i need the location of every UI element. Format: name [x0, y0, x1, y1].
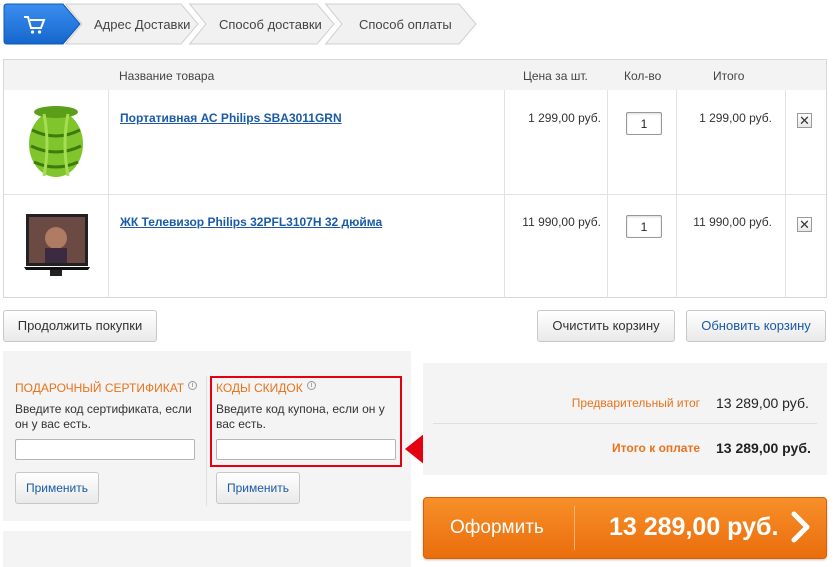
header-price: Цена за шт. [523, 69, 588, 83]
header-qty: Кол-во [624, 69, 662, 83]
checkout-total: 13 289,00 руб. [609, 513, 779, 541]
step-payment-method[interactable]: Способ оплаты [325, 3, 477, 45]
quantity-input[interactable] [626, 215, 662, 238]
header-total: Итого [713, 69, 745, 83]
certificate-code-input[interactable] [15, 439, 195, 460]
subtotal-label: Предварительный итог [571, 396, 700, 410]
product-image-tv[interactable] [20, 208, 92, 284]
certificate-title-text: ПОДАРОЧНЫЙ СЕРТИФИКАТ [15, 381, 185, 395]
step-payment-method-label: Способ оплаты [359, 17, 452, 32]
continue-shopping-button[interactable]: Продолжить покупки [3, 310, 157, 342]
step-address[interactable]: Адрес Доставки [65, 3, 199, 45]
discount-panel-footer [3, 531, 411, 567]
step-delivery-method-label: Способ доставки [219, 17, 322, 32]
row-total: 1 299,00 руб. [699, 111, 772, 125]
product-link[interactable]: ЖК Телевизор Philips 32PFL3107H 32 дюйма [120, 215, 382, 229]
coupon-highlight-box [210, 376, 402, 467]
product-image-speaker[interactable] [16, 100, 96, 182]
close-icon: ✕ [799, 113, 810, 128]
remove-item-button[interactable]: ✕ [797, 217, 812, 232]
order-summary: Предварительный итог 13 289,00 руб. Итог… [423, 363, 827, 475]
remove-item-button[interactable]: ✕ [797, 113, 812, 128]
row-price: 1 299,00 руб. [528, 111, 601, 125]
update-cart-button[interactable]: Обновить корзину [686, 310, 826, 342]
step-delivery-method[interactable]: Способ доставки [189, 3, 335, 45]
total-label: Итого к оплате [612, 441, 700, 455]
total-value: 13 289,00 руб. [716, 440, 811, 456]
chevron-right-icon [791, 511, 810, 543]
certificate-title: ПОДАРОЧНЫЙ СЕРТИФИКАТ i [15, 381, 198, 395]
clear-cart-button[interactable]: Очистить корзину [537, 310, 675, 342]
row-total: 11 990,00 руб. [693, 215, 772, 229]
close-icon: ✕ [799, 217, 810, 232]
certificate-description: Введите код сертификата, если он у вас е… [15, 402, 192, 431]
info-icon[interactable]: i [188, 381, 198, 390]
header-product-name: Название товара [119, 69, 215, 83]
checkout-steps: Адрес Доставки Способ доставки Способ оп… [3, 3, 483, 45]
step-address-label: Адрес Доставки [94, 17, 191, 32]
checkout-label: Оформить [450, 517, 544, 538]
apply-certificate-button[interactable]: Применить [15, 472, 99, 504]
apply-coupon-button[interactable]: Применить [216, 472, 300, 504]
product-link[interactable]: Портативная АС Philips SBA3011GRN [120, 111, 342, 125]
panel-divider [206, 376, 207, 506]
checkout-button[interactable]: Оформить 13 289,00 руб. [423, 497, 827, 559]
cart-table: Название товара Цена за шт. Кол-во Итого… [3, 59, 827, 298]
row-price: 11 990,00 руб. [522, 215, 601, 229]
quantity-input[interactable] [626, 112, 662, 135]
subtotal-value: 13 289,00 руб. [716, 395, 809, 411]
